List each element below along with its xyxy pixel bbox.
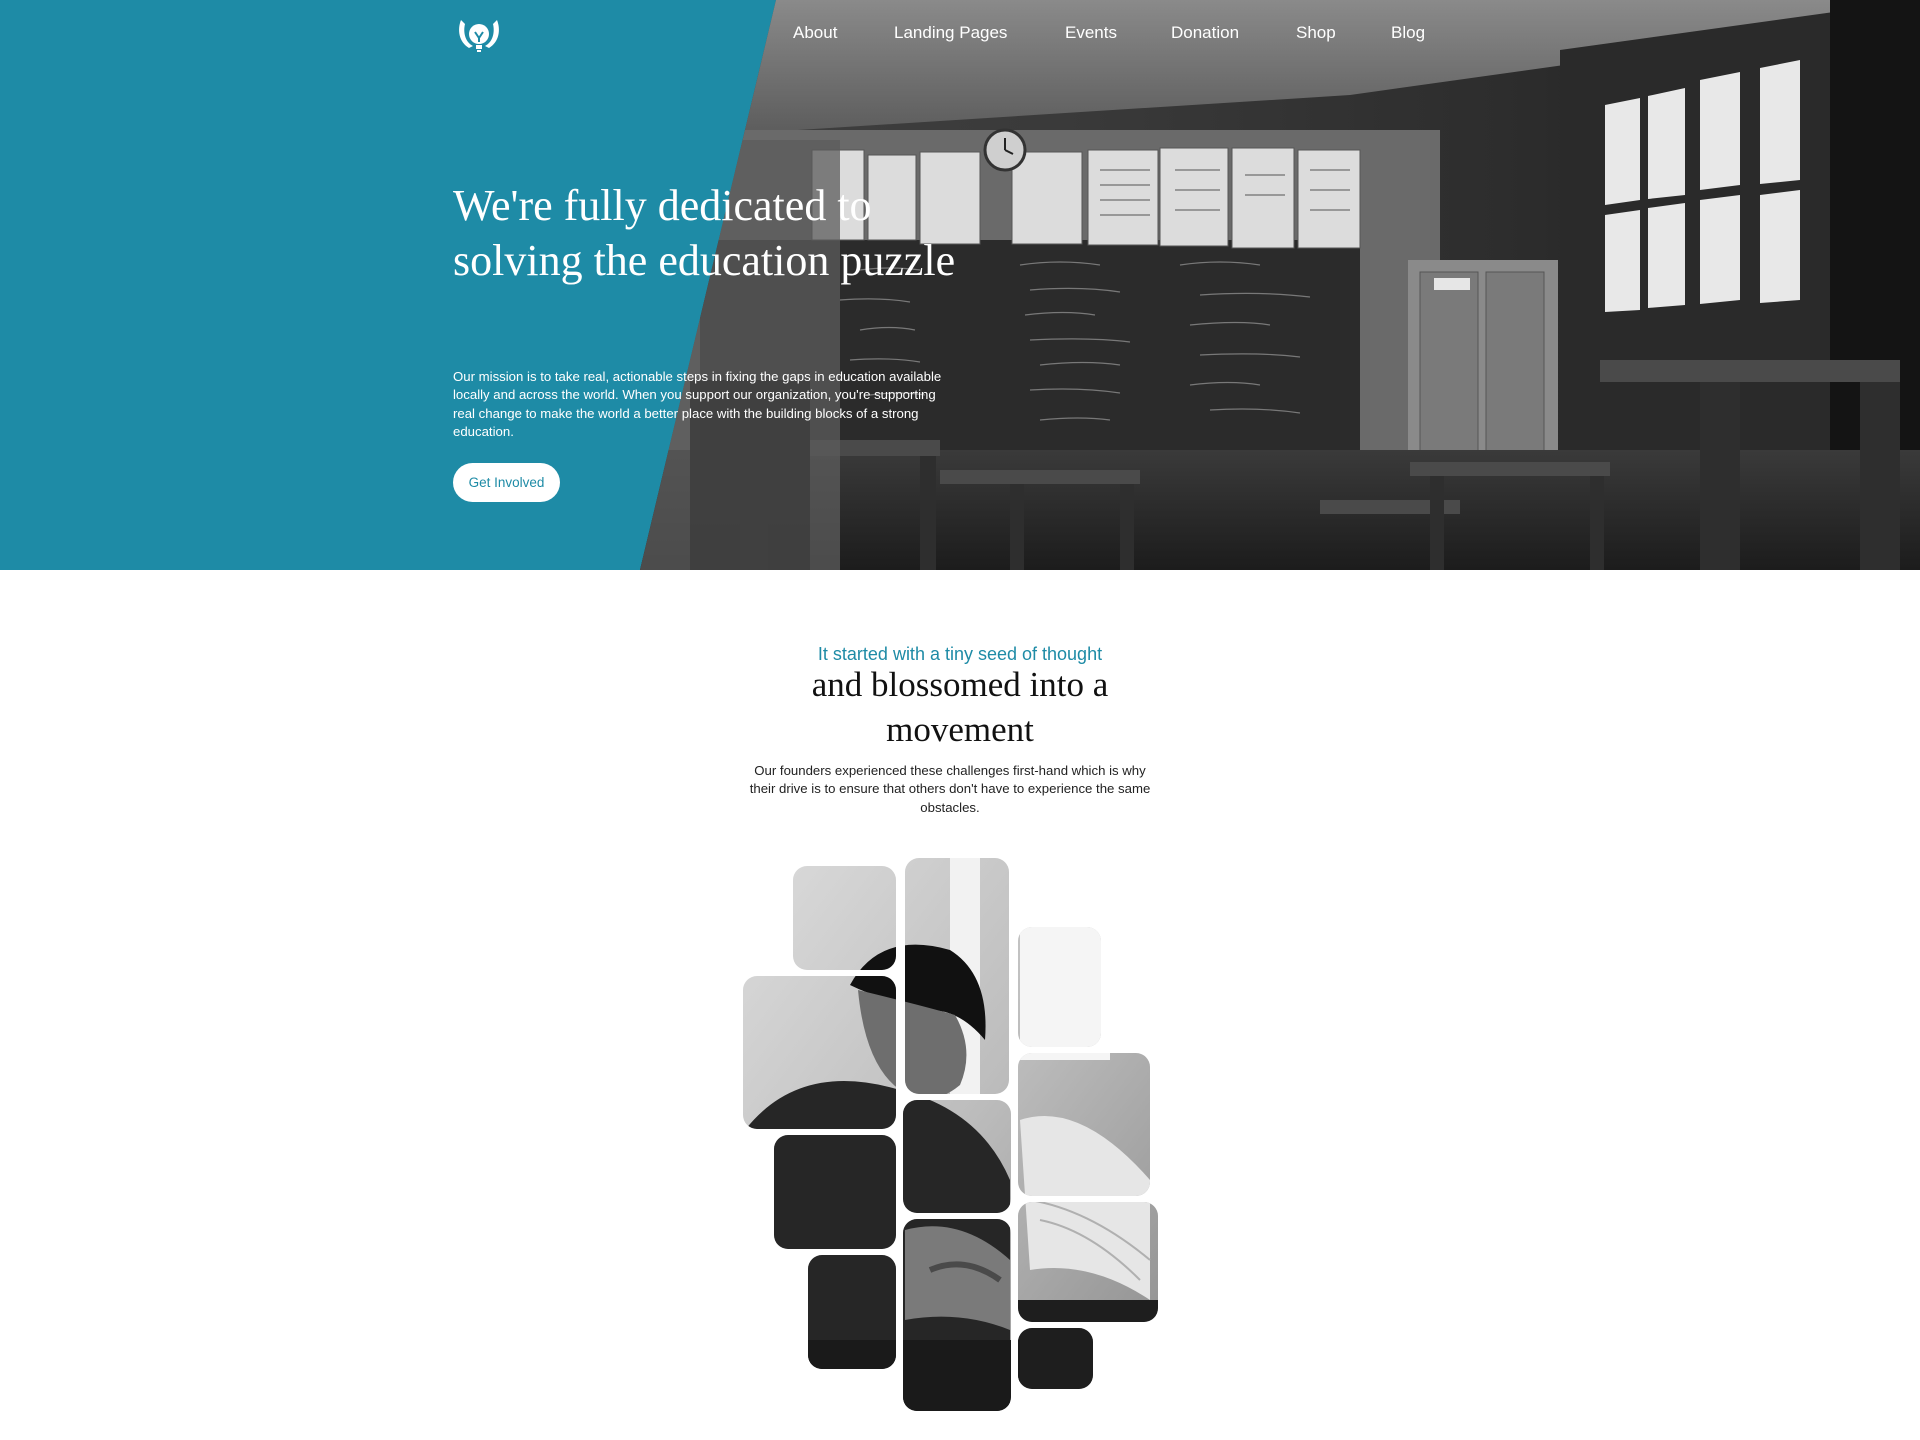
nav-item-events[interactable]: Events (1065, 21, 1117, 45)
hands-lightbulb-logo-icon[interactable] (455, 12, 503, 56)
get-involved-button[interactable]: Get Involved (453, 463, 560, 502)
nav-item-landing-pages[interactable]: Landing Pages (894, 21, 1007, 45)
nav-item-blog[interactable]: Blog (1391, 21, 1425, 45)
nav-item-shop[interactable]: Shop (1296, 21, 1336, 45)
hero-section: About Landing Pages Events Donation Shop… (0, 0, 1920, 570)
hero-description: Our mission is to take real, actionable … (453, 369, 942, 439)
nav-item-about[interactable]: About (793, 21, 837, 45)
section-title: and blossomed into a movement (811, 665, 1109, 749)
section-description: Our founders experienced these challenge… (749, 763, 1151, 815)
nav-item-donation[interactable]: Donation (1171, 21, 1239, 45)
hero-title: We're fully dedicated to solving the edu… (453, 181, 956, 285)
